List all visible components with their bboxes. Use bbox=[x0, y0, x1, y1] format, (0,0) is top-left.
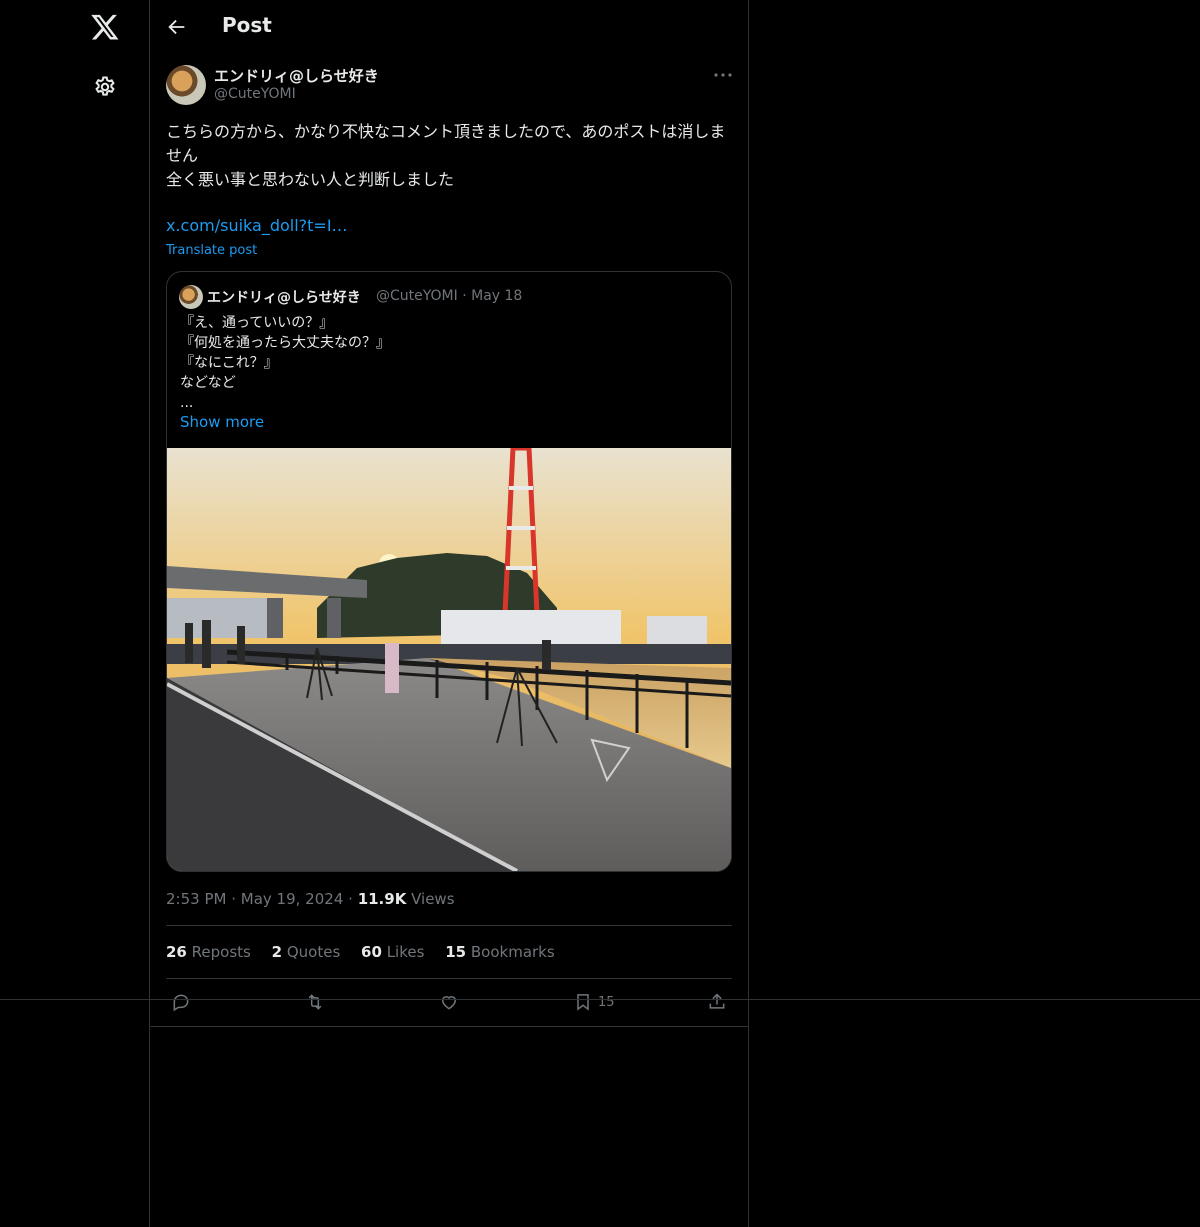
divider bbox=[150, 1026, 748, 1027]
more-options-icon[interactable] bbox=[712, 64, 734, 86]
views-count: 11.9K bbox=[357, 890, 407, 908]
share-button[interactable] bbox=[707, 991, 727, 1013]
translate-post-link[interactable]: Translate post bbox=[166, 243, 257, 258]
repost-icon bbox=[308, 994, 322, 1010]
meta-separator: · bbox=[348, 890, 358, 908]
heart-icon bbox=[441, 996, 457, 1010]
post-timestamp: 2:53 PM · May 19, 2024 · 11.9K Views bbox=[166, 890, 455, 908]
bridge-pillar bbox=[267, 598, 283, 638]
bookmarks-stat[interactable]: 15 Bookmarks bbox=[445, 943, 554, 961]
likes-stat[interactable]: 60 Likes bbox=[361, 943, 424, 961]
overlay-divider bbox=[0, 999, 1200, 1000]
divider bbox=[166, 925, 732, 926]
share-icon bbox=[709, 993, 725, 1009]
quoted-post[interactable]: エンドリィ@しらせ好き @CuteYOMI · May 18 『え、通っていいの… bbox=[166, 271, 732, 872]
quote-text-line: 『え、通っていいの？』 bbox=[180, 315, 334, 331]
repost-button[interactable] bbox=[305, 991, 325, 1013]
likes-count: 60 bbox=[361, 943, 382, 961]
post-time[interactable]: 2:53 PM bbox=[166, 890, 226, 908]
quote-text-line: などなど bbox=[180, 375, 236, 391]
gear-icon[interactable] bbox=[93, 75, 117, 99]
views-label: Views bbox=[411, 890, 455, 908]
left-nav-rail bbox=[0, 0, 149, 1227]
author-handle[interactable]: @CuteYOMI bbox=[214, 86, 296, 102]
post-link[interactable]: x.com/suika_doll?t=I… bbox=[166, 216, 348, 235]
back-arrow-icon[interactable] bbox=[166, 16, 188, 38]
quote-author-handle: @CuteYOMI bbox=[376, 288, 458, 304]
page-title: Post bbox=[222, 13, 272, 37]
bridge-pillar bbox=[327, 598, 341, 638]
reposts-label: Reposts bbox=[191, 943, 251, 961]
post-header: Post bbox=[150, 0, 748, 54]
reply-button[interactable] bbox=[171, 991, 191, 1013]
author-name[interactable]: エンドリィ@しらせ好き bbox=[214, 65, 379, 86]
quotes-stat[interactable]: 2 Quotes bbox=[272, 943, 341, 961]
bookmarks-count: 15 bbox=[445, 943, 467, 961]
likes-label: Likes bbox=[386, 943, 425, 961]
quotes-count: 2 bbox=[271, 943, 283, 961]
engagement-stats: 26 Reposts 2 Quotes 60 Likes 15 Bookmark… bbox=[166, 943, 571, 961]
x-logo-icon[interactable] bbox=[90, 12, 120, 42]
avatar[interactable] bbox=[166, 65, 206, 105]
quote-author-name: エンドリィ@しらせ好き bbox=[207, 290, 361, 306]
column-border-right bbox=[748, 0, 749, 1227]
quote-avatar bbox=[179, 285, 203, 309]
show-more-link[interactable]: Show more bbox=[180, 413, 264, 431]
bookmarks-label: Bookmarks bbox=[470, 943, 555, 961]
meta-separator: · bbox=[462, 288, 472, 304]
post-text-line: こちらの方から、かなり不快なコメント頂きましたので、あのポストは消しません bbox=[166, 122, 726, 165]
quote-text-line: 『なにこれ？』 bbox=[180, 355, 278, 371]
quotes-label: Quotes bbox=[286, 943, 341, 961]
post-text: こちらの方から、かなり不快なコメント頂きましたので、あのポストは消しません 全く… bbox=[166, 120, 732, 192]
meta-separator: · bbox=[231, 890, 241, 908]
quote-text-line: 『何処を通ったら大丈夫なの？』 bbox=[180, 335, 390, 351]
column-border-left bbox=[149, 0, 150, 1227]
divider bbox=[166, 978, 732, 979]
reposts-count: 26 bbox=[166, 943, 187, 961]
building bbox=[647, 616, 707, 648]
like-button[interactable] bbox=[439, 991, 459, 1013]
bookmark-icon bbox=[577, 994, 589, 1011]
quote-meta: @CuteYOMI · May 18 bbox=[376, 288, 522, 304]
quote-date: May 18 bbox=[471, 288, 523, 304]
post-text-line: 全く悪い事と思わない人と判断しました bbox=[166, 170, 455, 189]
bookmark-button[interactable]: 15 bbox=[573, 991, 615, 1013]
quote-text: 『え、通っていいの？』 『何処を通ったら大丈夫なの？』 『なにこれ？』 などなど… bbox=[180, 313, 390, 413]
building bbox=[167, 598, 267, 638]
reply-icon bbox=[173, 994, 189, 1012]
quote-text-line: ... bbox=[180, 395, 194, 411]
quote-photo[interactable] bbox=[167, 448, 731, 871]
post-date[interactable]: May 19, 2024 bbox=[241, 890, 344, 908]
reposts-stat[interactable]: 26 Reposts bbox=[166, 943, 251, 961]
bookmark-count: 15 bbox=[598, 994, 615, 1010]
